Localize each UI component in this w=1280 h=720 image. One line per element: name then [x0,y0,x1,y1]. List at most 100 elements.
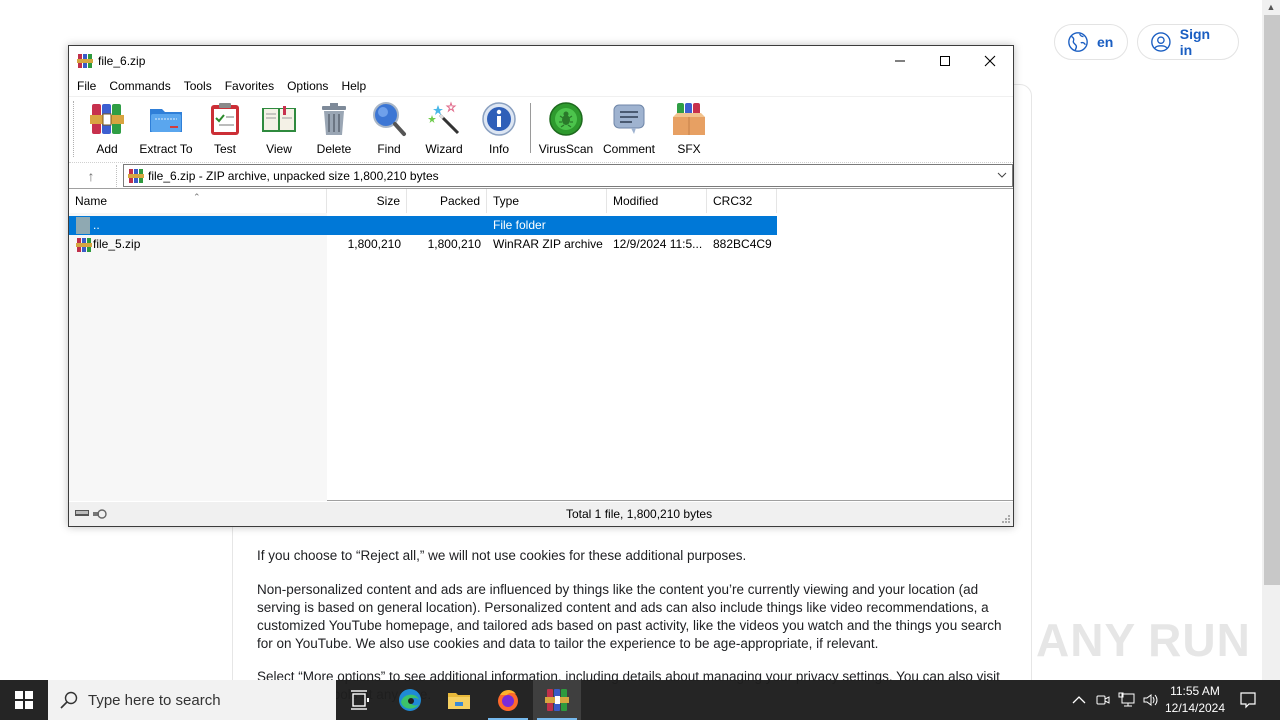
table-row-parent-folder[interactable]: .. File folder [69,216,777,235]
column-modified-label: Modified [613,194,659,208]
menu-tools[interactable]: Tools [184,79,212,93]
test-button[interactable]: Test [197,101,253,157]
cell-crc32: 882BC4C9 [713,237,772,251]
volume-tray-icon[interactable] [1140,680,1162,720]
column-size-label: Size [376,194,400,208]
table-row-file[interactable]: file_5.zip 1,800,210 1,800,210 WinRAR ZI… [69,235,777,254]
notifications-button[interactable] [1234,680,1262,720]
column-header-size[interactable]: Size [327,189,407,213]
comment-button[interactable]: Comment [601,101,657,157]
extract-to-button[interactable]: Extract To [138,101,194,157]
network-icon [1118,692,1135,707]
sfx-button[interactable]: SFX [661,101,717,157]
clock-date: 12/14/2024 [1164,701,1226,715]
firefox-icon [498,689,518,711]
close-button[interactable] [967,46,1013,76]
page-scrollbar[interactable]: ▲ [1262,0,1280,680]
wizard-button[interactable]: Wizard [416,101,472,157]
watermark-any: ANY [1036,614,1137,666]
view-button[interactable]: View [251,101,307,157]
sign-in-button[interactable]: Sign in [1137,24,1239,60]
camera-icon [1096,695,1110,705]
comment-icon [613,104,645,134]
toolbar-grip[interactable] [73,101,75,157]
cell-packed [407,216,487,235]
taskbar-search[interactable]: Type here to search [48,680,336,720]
user-icon [1151,32,1171,52]
title-bar[interactable]: file_6.zip [69,46,1013,76]
magic-wand-icon [428,101,460,135]
delete-label: Delete [316,142,352,156]
up-one-level-button[interactable]: ↑ [81,166,101,186]
file-list[interactable]: Name ⌃ Size Packed Type Modified CRC32 .… [69,188,1013,501]
column-header-type[interactable]: Type [487,189,607,213]
maximize-button[interactable] [922,46,968,76]
wizard-label: Wizard [425,142,463,156]
column-header-name[interactable]: Name ⌃ [69,189,327,213]
winrar-app-icon [77,54,93,68]
show-hidden-icons-button[interactable] [1068,680,1090,720]
menu-options[interactable]: Options [287,79,328,93]
column-header-crc32[interactable]: CRC32 [707,189,777,213]
cell-modified [607,216,707,235]
column-header-packed[interactable]: Packed [407,189,487,213]
screen: en Sign in If you choose to “Reject all,… [0,0,1280,720]
add-archive-icon [90,104,124,134]
scroll-up-arrow-icon[interactable]: ▲ [1262,0,1280,14]
winrar-taskbar-button[interactable] [533,680,581,720]
column-type-label: Type [493,194,520,208]
menu-bar: File Commands Tools Favorites Options He… [69,76,1013,96]
info-label: Info [488,142,509,156]
info-button[interactable]: Info [471,101,527,157]
sfx-box-icon [673,103,705,135]
key-lock-icon [93,509,107,519]
comment-label: Comment [602,142,655,156]
address-text: file_6.zip - ZIP archive, unpacked size … [148,169,439,183]
edge-taskbar-button[interactable] [386,680,434,720]
column-packed-label: Packed [439,194,480,208]
windows-logo-icon [15,691,33,709]
start-button[interactable] [0,680,48,720]
chevron-down-icon[interactable] [996,169,1008,181]
find-button[interactable]: Find [361,101,417,157]
minimize-icon [895,60,905,62]
language-button[interactable]: en [1054,24,1128,60]
action-center-icon [1240,692,1256,709]
menu-commands[interactable]: Commands [109,79,170,93]
virusscan-label: VirusScan [538,142,594,156]
scroll-thumb[interactable] [1264,15,1280,585]
network-tray-icon[interactable] [1116,680,1138,720]
menu-favorites[interactable]: Favorites [225,79,274,93]
file-explorer-taskbar-button[interactable] [435,680,483,720]
toolbar-separator [530,103,531,153]
add-button[interactable]: Add [79,101,135,157]
address-bar: ↑ file_6.zip - ZIP archive, unpacked siz… [69,162,1013,187]
status-bar: Total 1 file, 1,800,210 bytes [69,502,1013,526]
test-clipboard-icon [211,103,239,135]
minimize-button[interactable] [877,46,923,76]
anyrun-watermark: ANY RUN ANY RUN [1036,610,1250,670]
chevron-up-icon [1072,696,1086,704]
delete-button[interactable]: Delete [306,101,362,157]
cell-name: .. [93,218,100,232]
column-header-modified[interactable]: Modified [607,189,707,213]
menu-help[interactable]: Help [341,79,366,93]
magnifier-icon [373,102,406,136]
resize-grip-icon[interactable] [1001,514,1011,524]
watermark-run: RUN [1148,614,1251,666]
menu-file[interactable]: File [77,79,96,93]
globe-icon [1068,32,1088,52]
address-field[interactable]: file_6.zip - ZIP archive, unpacked size … [123,164,1013,187]
close-icon [984,55,996,67]
window-title: file_6.zip [98,54,146,68]
task-view-button[interactable] [336,680,384,720]
status-icons [74,508,107,520]
meet-now-tray-icon[interactable] [1093,680,1113,720]
virusscan-button[interactable]: VirusScan [538,101,594,157]
firefox-taskbar-button[interactable] [484,680,532,720]
cell-size [327,216,407,235]
status-total: Total 1 file, 1,800,210 bytes [566,507,713,521]
address-separator [116,165,117,187]
zip-archive-icon [128,169,144,183]
taskbar-clock[interactable]: 11:55 AM 12/14/2024 [1160,683,1230,717]
